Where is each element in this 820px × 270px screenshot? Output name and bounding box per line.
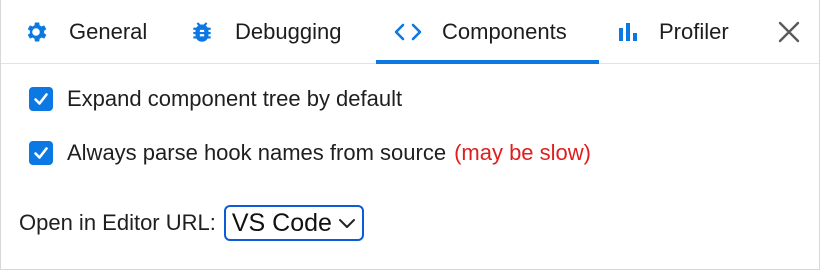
bug-icon: [189, 19, 215, 45]
slow-warning: (may be slow): [454, 140, 591, 165]
editor-select-value: VS Code: [231, 208, 332, 237]
tab-debugging[interactable]: Debugging: [189, 0, 341, 64]
editor-select[interactable]: VS Code: [223, 205, 364, 241]
tab-profiler[interactable]: Profiler: [617, 0, 729, 64]
tab-general[interactable]: General: [23, 0, 147, 64]
tab-bar: General Debugging Components Profiler: [1, 0, 819, 64]
expand-tree-setting: Expand component tree by default: [29, 86, 402, 112]
check-icon: [34, 147, 48, 159]
code-brackets-icon: [394, 21, 422, 43]
expand-tree-checkbox[interactable]: [29, 87, 53, 111]
parse-hooks-setting: Always parse hook names from source (may…: [29, 140, 591, 166]
tab-general-label: General: [69, 19, 148, 44]
tab-components[interactable]: Components: [376, 0, 599, 64]
parse-hooks-label: Always parse hook names from source: [67, 140, 447, 165]
check-icon: [34, 93, 48, 105]
tab-debugging-label: Debugging: [235, 19, 342, 44]
tab-components-label: Components: [442, 19, 567, 44]
tab-profiler-label: Profiler: [659, 19, 729, 44]
expand-tree-label: Expand component tree by default: [67, 86, 403, 111]
close-icon[interactable]: [775, 18, 803, 46]
parse-hooks-checkbox[interactable]: [29, 141, 53, 165]
chevron-down-icon: [338, 217, 356, 229]
bar-chart-icon: [617, 21, 639, 43]
editor-url-label: Open in Editor URL:: [19, 210, 216, 235]
gear-icon: [23, 19, 49, 45]
settings-panel: General Debugging Components Profiler Ex…: [0, 0, 820, 270]
editor-url-setting: Open in Editor URL: VS Code: [19, 205, 364, 241]
